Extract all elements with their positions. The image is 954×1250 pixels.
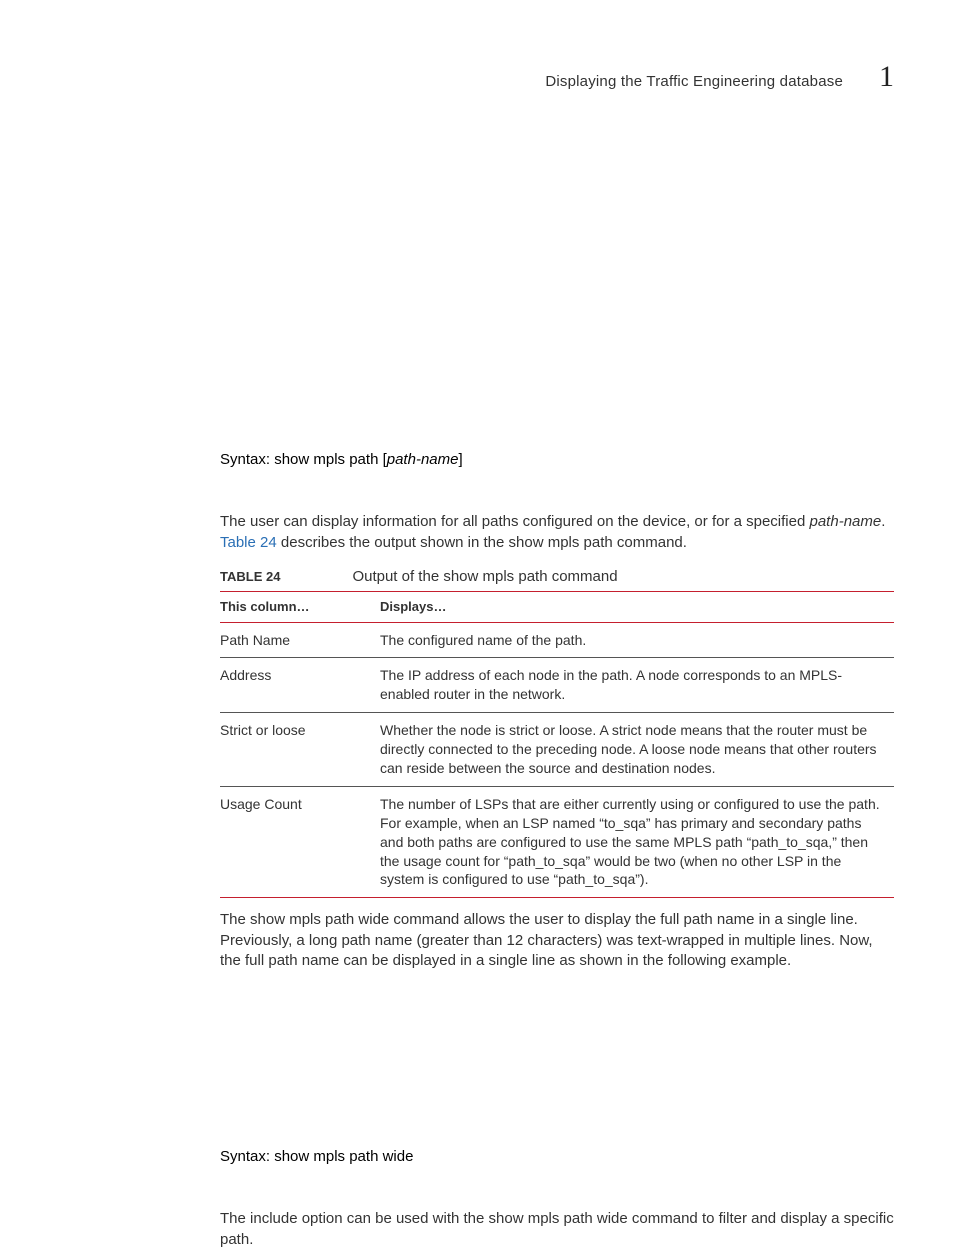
table-row: Path Name The configured name of the pat… <box>220 622 894 658</box>
syntax1-variable: path-name <box>387 451 459 468</box>
output-table: This column… Displays… Path Name The con… <box>220 591 894 898</box>
section-title: Displaying the Traffic Engineering datab… <box>545 73 843 90</box>
table-cell-col1: Usage Count <box>220 786 380 897</box>
syntax1-suffix: ] <box>458 451 462 468</box>
running-head: Displaying the Traffic Engineering datab… <box>60 60 894 94</box>
table-cell-col2: The IP address of each node in the path.… <box>380 658 894 713</box>
table-24-link[interactable]: Table 24 <box>220 534 277 551</box>
table-row: Strict or loose Whether the node is stri… <box>220 713 894 787</box>
page: Displaying the Traffic Engineering datab… <box>0 0 954 1235</box>
paragraph-3: The include option can be used with the … <box>220 1209 894 1250</box>
para1-post: describes the output shown in the show m… <box>277 534 687 551</box>
syntax-line-2: Syntax: show mpls path wide <box>220 1147 894 1167</box>
para1-pre: The user can display information for all… <box>220 513 810 530</box>
table-header-col1: This column… <box>220 592 380 623</box>
paragraph-2: The show mpls path wide command allows t… <box>220 910 894 971</box>
chapter-number: 1 <box>879 60 894 94</box>
para1-italic: path-name <box>810 513 882 530</box>
table-caption-label: TABLE 24 <box>220 568 280 586</box>
syntax-line-1: Syntax: show mpls path [path-name] <box>220 450 894 470</box>
table-cell-col2: Whether the node is strict or loose. A s… <box>380 713 894 787</box>
table-cell-col2: The configured name of the path. <box>380 622 894 658</box>
table-caption-text: Output of the show mpls path command <box>352 567 617 587</box>
table-row: Address The IP address of each node in t… <box>220 658 894 713</box>
table-cell-col1: Address <box>220 658 380 713</box>
paragraph-1: The user can display information for all… <box>220 512 894 553</box>
table-cell-col1: Path Name <box>220 622 380 658</box>
table-header-col2: Displays… <box>380 592 894 623</box>
table-row: Usage Count The number of LSPs that are … <box>220 786 894 897</box>
table-header-row: This column… Displays… <box>220 592 894 623</box>
page-content: Syntax: show mpls path [path-name] The u… <box>220 450 894 1250</box>
table-caption: TABLE 24 Output of the show mpls path co… <box>220 567 894 587</box>
para1-mid: . <box>881 513 885 530</box>
table-cell-col2: The number of LSPs that are either curre… <box>380 786 894 897</box>
syntax1-prefix: Syntax: show mpls path [ <box>220 451 387 468</box>
table-cell-col1: Strict or loose <box>220 713 380 787</box>
